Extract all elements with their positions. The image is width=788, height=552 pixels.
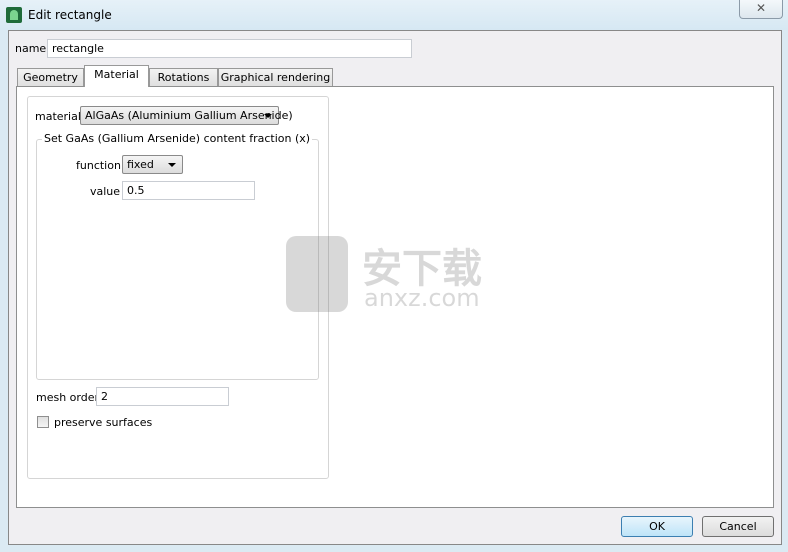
chevron-down-icon xyxy=(264,114,272,118)
title-bar: Edit rectangle ✕ xyxy=(0,0,788,30)
fraction-group xyxy=(36,139,319,380)
name-label: name xyxy=(15,42,47,55)
mesh-order-input[interactable]: 2 xyxy=(96,387,229,406)
material-value: AlGaAs (Aluminium Gallium Arsenide) xyxy=(85,109,293,122)
tab-material[interactable]: Material xyxy=(84,65,149,87)
material-label: material xyxy=(35,110,81,123)
fraction-group-title: Set GaAs (Gallium Arsenide) content frac… xyxy=(42,132,313,145)
mesh-order-label: mesh order xyxy=(36,391,100,404)
function-select[interactable]: fixed xyxy=(122,155,183,174)
app-icon xyxy=(6,7,22,23)
preserve-surfaces-checkbox[interactable] xyxy=(37,416,49,428)
function-label: function xyxy=(76,159,121,172)
material-select[interactable]: AlGaAs (Aluminium Gallium Arsenide) xyxy=(80,106,293,125)
ok-button[interactable]: OK xyxy=(621,516,693,537)
chevron-down-icon xyxy=(168,163,176,167)
value-input[interactable]: 0.5 xyxy=(122,181,255,200)
tab-geometry[interactable]: Geometry xyxy=(17,68,84,87)
cancel-button[interactable]: Cancel xyxy=(702,516,774,537)
watermark: 安下载 anxz.com xyxy=(286,236,506,316)
preserve-surfaces-label[interactable]: preserve surfaces xyxy=(54,416,152,429)
window-title: Edit rectangle xyxy=(28,8,112,22)
value-label: value xyxy=(90,185,121,198)
watermark-logo-icon xyxy=(286,236,348,312)
tab-rotations[interactable]: Rotations xyxy=(149,68,218,87)
close-icon: ✕ xyxy=(755,1,767,15)
close-button[interactable]: ✕ xyxy=(739,0,783,19)
function-value: fixed xyxy=(127,158,154,171)
name-input[interactable]: rectangle xyxy=(47,39,412,58)
tab-graphical-rendering[interactable]: Graphical rendering xyxy=(218,68,333,87)
